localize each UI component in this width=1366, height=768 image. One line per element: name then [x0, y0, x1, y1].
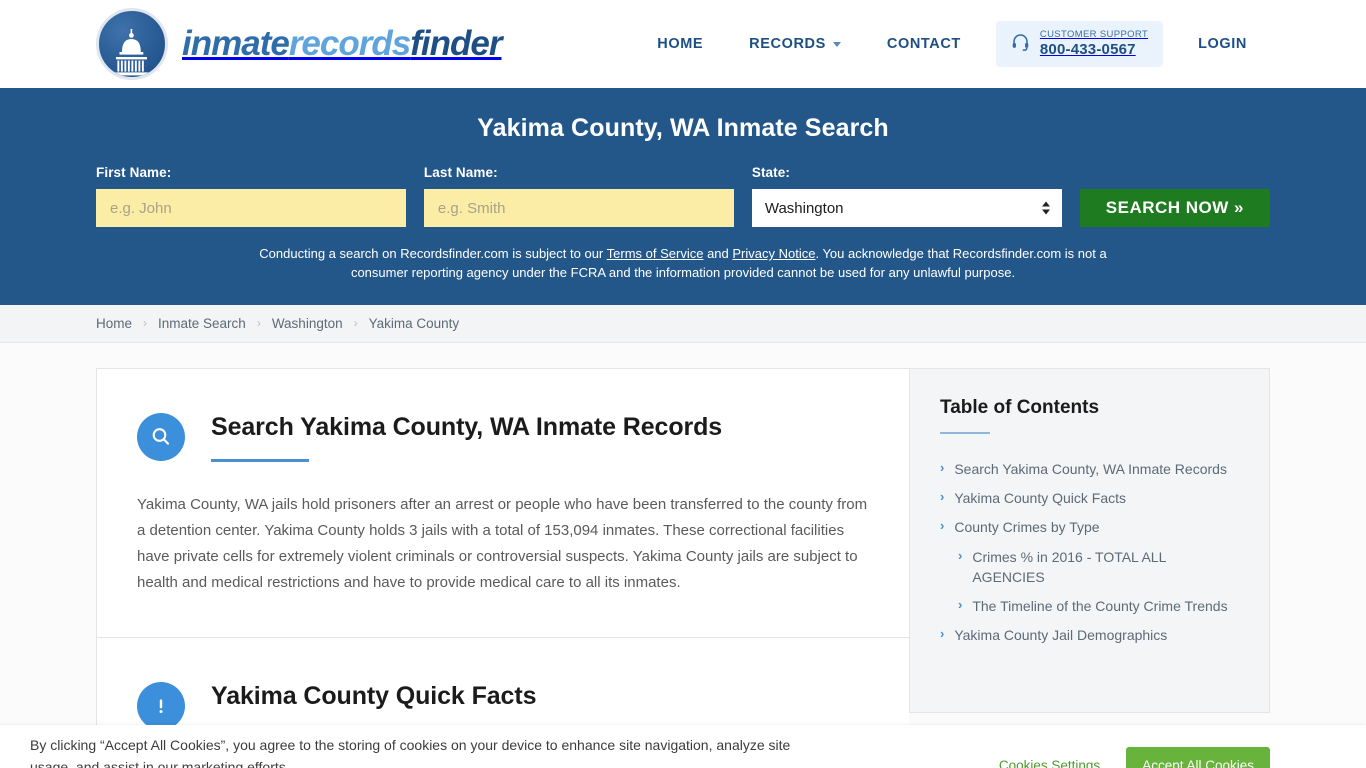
search-disclaimer: Conducting a search on Recordsfinder.com… — [253, 245, 1113, 283]
toc-link-label: Crimes % in 2016 - TOTAL ALL AGENCIES — [972, 548, 1166, 585]
chevron-right-icon: › — [940, 626, 945, 642]
nav-contact-label: CONTACT — [886, 35, 961, 52]
section-title: Yakima County Quick Facts — [211, 682, 537, 711]
logo-word-finder: finder — [410, 24, 502, 63]
chevron-right-icon: › — [958, 597, 963, 613]
state-select[interactable]: Washington — [751, 189, 1062, 227]
state-label: State: — [751, 165, 790, 180]
toc-item: › Yakima County Quick Facts — [940, 488, 1239, 508]
chevron-right-icon: › — [940, 459, 945, 475]
chevron-right-icon: › — [940, 488, 945, 504]
section-header: Yakima County Quick Facts — [137, 678, 869, 732]
toc-link-label: Yakima County Jail Demographics — [954, 627, 1168, 644]
cookies-settings-link[interactable]: Cookies Settings — [999, 758, 1100, 768]
toc-link-crime-trends-timeline[interactable]: › The Timeline of the County Crime Trend… — [958, 596, 1239, 616]
search-now-button[interactable]: SEARCH NOW » — [1079, 189, 1270, 227]
capitol-dome-icon — [96, 8, 168, 80]
hero-search-panel: Yakima County, WA Inmate Search First Na… — [0, 88, 1366, 305]
breadcrumb-item-washington[interactable]: Washington — [272, 316, 343, 331]
last-name-label: Last Name: — [423, 165, 498, 180]
privacy-notice-link[interactable]: Privacy Notice — [732, 246, 815, 261]
toc-link-county-crimes-by-type[interactable]: › County Crimes by Type — [940, 517, 1239, 537]
nav-contact[interactable]: CONTACT — [864, 36, 984, 52]
section-header: Search Yakima County, WA Inmate Records — [137, 409, 869, 462]
cookie-consent-text: By clicking “Accept All Cookies”, you ag… — [30, 737, 791, 768]
breadcrumb-separator-icon: › — [353, 316, 358, 331]
logo-word-inmate: inmate — [182, 24, 290, 63]
section-search-records: Search Yakima County, WA Inmate Records … — [97, 369, 909, 639]
accept-all-cookies-button[interactable]: Accept All Cookies — [1126, 747, 1270, 768]
breadcrumb-item-yakima-county: Yakima County — [368, 315, 460, 331]
toc-item: › Search Yakima County, WA Inmate Record… — [940, 459, 1239, 479]
breadcrumb-bar: Home › Inmate Search › Washington › Yaki… — [0, 304, 1366, 343]
breadcrumb-separator-icon: › — [143, 316, 148, 331]
breadcrumb-item-inmate-search[interactable]: Inmate Search — [158, 316, 246, 331]
disclaimer-mid: and — [703, 246, 733, 261]
main-navigation: HOME RECORDS CONTACT CUSTOMER SUPPORT 80… — [634, 20, 1270, 68]
toc-link-label: County Crimes by Type — [954, 519, 1100, 536]
chevron-right-icon: › — [958, 547, 963, 563]
toc-link-jail-demographics[interactable]: › Yakima County Jail Demographics — [940, 625, 1239, 645]
state-field-group: State: Washington — [751, 165, 1062, 227]
table-of-contents: Table of Contents › Search Yakima County… — [909, 367, 1270, 713]
section-body-text: Yakima County, WA jails hold prisoners a… — [137, 495, 868, 591]
cookie-consent-banner: By clicking “Accept All Cookies”, you ag… — [0, 725, 1366, 768]
support-text: CUSTOMER SUPPORT 800-433-0567 — [1039, 28, 1149, 58]
toc-list: › Search Yakima County, WA Inmate Record… — [940, 459, 1239, 646]
section-title-wrap: Search Yakima County, WA Inmate Records — [211, 409, 722, 462]
inmate-search-form: First Name: Last Name: State: Washington… — [96, 165, 1270, 227]
page-body: Search Yakima County, WA Inmate Records … — [0, 343, 1366, 768]
nav-login[interactable]: LOGIN — [1175, 36, 1270, 52]
main-content-column: Search Yakima County, WA Inmate Records … — [96, 367, 909, 768]
terms-of-service-link[interactable]: Terms of Service — [607, 246, 704, 261]
chevron-down-icon — [832, 42, 841, 48]
title-underline — [211, 458, 309, 462]
cookie-actions: Cookies Settings Accept All Cookies — [999, 735, 1270, 768]
first-name-label: First Name: — [96, 165, 172, 180]
first-name-input[interactable] — [96, 189, 406, 227]
toc-link-label: The Timeline of the County Crime Trends — [972, 598, 1228, 615]
site-logo[interactable]: inmaterecordsfinder — [96, 8, 502, 80]
headset-icon — [1011, 32, 1030, 56]
disclaimer-pre: Conducting a search on Recordsfinder.com… — [259, 246, 607, 261]
toc-item: › Yakima County Jail Demographics — [940, 625, 1239, 645]
section-title-wrap: Yakima County Quick Facts — [211, 678, 537, 732]
toc-item: › County Crimes by Type — [940, 517, 1239, 537]
customer-support-block[interactable]: CUSTOMER SUPPORT 800-433-0567 — [995, 20, 1164, 68]
page-title: Yakima County, WA Inmate Search — [477, 114, 889, 142]
nav-home[interactable]: HOME — [634, 36, 726, 52]
nav-home-label: HOME — [657, 35, 704, 52]
support-phone: 800-433-0567 — [1039, 40, 1136, 58]
site-header: inmaterecordsfinder HOME RECORDS CONTACT — [0, 0, 1366, 88]
section-title: Search Yakima County, WA Inmate Records — [211, 412, 723, 441]
chevron-right-icon: › — [940, 518, 945, 534]
breadcrumb-item-home[interactable]: Home — [96, 316, 132, 331]
nav-login-label: LOGIN — [1198, 35, 1247, 52]
nav-records-label: RECORDS — [749, 35, 826, 52]
support-label: CUSTOMER SUPPORT — [1039, 28, 1149, 40]
info-circle-icon — [137, 682, 185, 731]
toc-link-search-records[interactable]: › Search Yakima County, WA Inmate Record… — [940, 459, 1239, 479]
last-name-input[interactable] — [423, 189, 734, 227]
state-select-wrap: Washington — [751, 189, 1062, 227]
nav-records[interactable]: RECORDS — [726, 36, 864, 52]
logo-word-records: records — [288, 24, 411, 63]
last-name-field-group: Last Name: — [423, 165, 734, 227]
first-name-field-group: First Name: — [96, 165, 406, 227]
toc-underline — [940, 431, 990, 434]
breadcrumb-separator-icon: › — [256, 316, 261, 331]
toc-link-crimes-percent-2016[interactable]: › Crimes % in 2016 - TOTAL ALL AGENCIES — [958, 547, 1239, 588]
breadcrumb: Home › Inmate Search › Washington › Yaki… — [96, 316, 459, 331]
toc-title: Table of Contents — [940, 396, 1100, 418]
toc-link-label: Yakima County Quick Facts — [954, 489, 1127, 506]
toc-item-sub: › The Timeline of the County Crime Trend… — [940, 596, 1239, 616]
toc-link-label: Search Yakima County, WA Inmate Records — [954, 460, 1227, 477]
toc-link-quick-facts[interactable]: › Yakima County Quick Facts — [940, 488, 1239, 508]
logo-wordmark: inmaterecordsfinder — [182, 24, 502, 64]
search-circle-icon — [137, 412, 185, 461]
toc-item-sub: › Crimes % in 2016 - TOTAL ALL AGENCIES — [940, 547, 1239, 588]
